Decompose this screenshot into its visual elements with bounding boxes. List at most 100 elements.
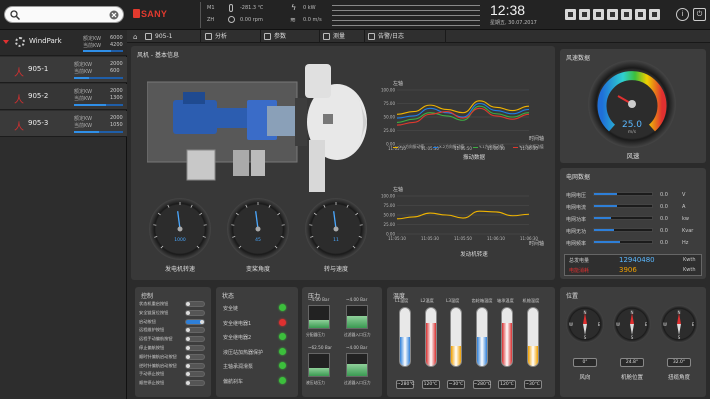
temp-tube (424, 307, 437, 367)
view-button-5[interactable] (621, 9, 632, 20)
nacelle-illustration (147, 64, 367, 192)
rated-value: 2000 (110, 61, 123, 67)
tab-905-1[interactable]: 905-1 (143, 30, 201, 43)
legend-swatch (393, 146, 398, 148)
energy-box: 总发电量 12940480 Kwth 电能消耗 3906 Kwth (564, 254, 702, 276)
panel-title: 控制 (141, 293, 154, 300)
consumption-unit: Kwth (683, 267, 696, 273)
position-label: 机舱位置 (620, 375, 643, 381)
grid-unit: V (682, 192, 686, 198)
grid-bar (593, 216, 653, 220)
grid-bar (593, 192, 653, 196)
legend-label: Y-2方向振动值 (519, 144, 544, 149)
legend-label: X-2方向振动值 (439, 144, 465, 149)
sidebar-item-label: 905-2 (28, 92, 49, 100)
legend-item: Y-1方向振动值 (473, 144, 504, 150)
grid-unit: Hz (682, 240, 689, 246)
compass-gauge: NSWE (613, 305, 651, 343)
tab-alarm-log[interactable]: 告警/日志 (366, 30, 446, 43)
legend-swatch (433, 146, 438, 148)
view-button-1[interactable] (565, 9, 576, 20)
position-value: 24.8° (620, 358, 644, 367)
control-toggle[interactable] (185, 345, 205, 351)
pressure-label: 液压站压力 (306, 380, 325, 385)
tab-label: 905-1 (155, 33, 173, 40)
grid-value: 0.0 (660, 216, 668, 222)
control-toggle[interactable] (185, 309, 205, 316)
sidebar-item-windpark[interactable]: WindPark 额定KW 6000 当前KW 4200 (0, 30, 127, 56)
legend-label: Y-1方向振动值 (479, 144, 504, 149)
info-icon[interactable]: i (676, 8, 689, 21)
grid-value: 0.0 (660, 192, 668, 198)
tab-measure[interactable]: 测量 (321, 30, 365, 43)
generation-label: 总发电量 (569, 258, 590, 264)
wind-value: 0.0 m/s (303, 17, 322, 23)
control-toggle[interactable] (185, 301, 205, 307)
rated-label: 额定KW (83, 36, 102, 42)
sidebar-item-turbine[interactable]: 人 905-1 额定KW 2000 当前KW 600 (0, 57, 127, 83)
wind-icon: ≋ (290, 16, 296, 24)
view-button-2[interactable] (579, 9, 590, 20)
home-icon[interactable]: ⌂ (133, 33, 137, 41)
wind-speed-value: 25.0 (621, 120, 643, 130)
view-button-3[interactable] (593, 9, 604, 20)
temp-tube (450, 307, 462, 367)
control-toggle[interactable] (185, 362, 205, 369)
status-label: 安全链 (223, 306, 239, 312)
grid-value: 0.0 (660, 204, 668, 210)
sidebar-item-turbine[interactable]: 人 905-2 额定KW 2000 当前KW 1300 (0, 84, 127, 110)
temp-value: 120℃ (421, 380, 440, 389)
panel-title: 电网数据 (566, 174, 591, 181)
control-toggle[interactable] (185, 353, 205, 360)
y-tick-label: 100.00 (381, 88, 395, 93)
grid-label: 电网电压 (566, 193, 587, 199)
rated-label: 额定KW (74, 89, 93, 95)
consumption-label: 电能消耗 (569, 268, 590, 274)
temp-value: ~30℃ (447, 380, 465, 389)
brand-name: SANY (141, 9, 168, 19)
status-label: 安全继电器2 (223, 335, 252, 341)
logout-icon[interactable]: ⏻ (693, 8, 706, 21)
wind-speed-unit: m/s (627, 130, 637, 135)
svg-text:W: W (569, 322, 573, 327)
tab-label: 参数 (274, 33, 287, 40)
grid-unit: A (682, 204, 686, 210)
grid-value: 0.0 (660, 240, 668, 246)
panel-title: 位置 (566, 293, 579, 300)
temp-label: L3温度 (446, 298, 460, 303)
position-panel: 位置 N S W E 0° 风向 N S W E 24.8° 机舱位置 N S W E 32.0° 扭缆角度 (560, 287, 706, 397)
control-toggle[interactable] (185, 371, 205, 378)
temp-value: ~30℃ (523, 380, 542, 389)
control-toggle[interactable] (185, 318, 205, 325)
control-toggle[interactable] (185, 327, 205, 334)
tab-params[interactable]: 参数 (262, 30, 320, 43)
tab-label: 测量 (333, 33, 346, 40)
x-tick-label: 11:06:10 (487, 236, 505, 241)
view-button-6[interactable] (635, 9, 646, 20)
legend-item: X-2方向振动值 (433, 144, 464, 150)
pressure-label: 过滤器入口压力 (344, 332, 371, 337)
control-toggle[interactable] (185, 336, 205, 343)
clear-icon[interactable] (109, 10, 119, 20)
m1-label: M1 (207, 5, 215, 11)
control-label: 逆时针偏航启动按钮 (139, 362, 177, 368)
rotation-gauge: 1000 (149, 198, 211, 260)
control-toggle[interactable] (185, 380, 205, 387)
sidebar-item-label: WindPark (29, 37, 62, 45)
expand-icon[interactable] (3, 40, 9, 44)
y-tick-label: 75.00 (384, 203, 396, 208)
search-icon (10, 10, 20, 20)
clock-time: 12:38 (490, 2, 526, 18)
control-label: 安全链复位按钮 (139, 309, 169, 315)
temp-label: L1温度 (395, 298, 409, 303)
tab-analysis[interactable]: 分析 (203, 30, 261, 43)
view-button-7[interactable] (649, 9, 660, 20)
power-bar (74, 77, 123, 79)
control-label: 顺时针偏航启动按钮 (139, 353, 177, 359)
grid-panel: 电网数据 电网电压 0.0 V 电网电流 0.0 A 电网功率 0.0 kw 电网无功 0.0 Kva… (560, 168, 706, 279)
thermometer-icon (229, 4, 233, 12)
temp-tube (526, 307, 539, 367)
search-input[interactable] (4, 6, 124, 23)
view-button-4[interactable] (607, 9, 618, 20)
sidebar-item-turbine[interactable]: 人 905-3 额定KW 2000 当前KW 1050 (0, 111, 127, 137)
